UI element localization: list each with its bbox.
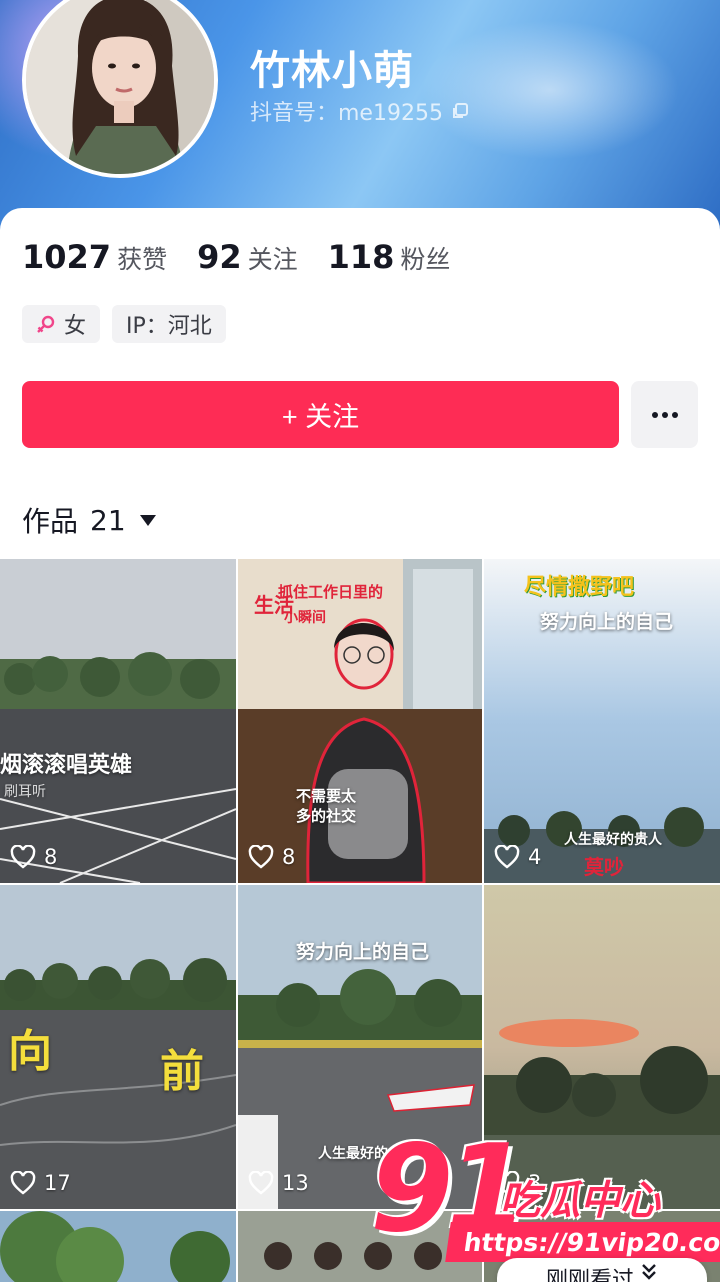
- like-number: 17: [44, 1171, 71, 1195]
- like-count: 8: [10, 845, 57, 869]
- video-thumbnail-1[interactable]: 烟滚滚唱英雄 刷耳听 8: [0, 559, 236, 883]
- thumbnail-title-3: 小瞬间: [284, 610, 326, 626]
- follow-label: + 关注: [281, 402, 360, 432]
- gender-label: 女: [64, 314, 87, 339]
- like-number: 8: [44, 845, 58, 869]
- stat-following-count: 92: [197, 238, 242, 276]
- stat-following-label: 关注: [247, 245, 298, 274]
- profile-screen: 竹林小萌 抖音号：me19255 1027 获赞 92 关注 118 粉丝 女: [0, 0, 720, 1282]
- video-thumbnail-7[interactable]: [0, 1211, 236, 1282]
- profile-name: 竹林小萌: [250, 48, 414, 94]
- stat-likes-label: 获赞: [117, 245, 168, 274]
- double-chevron-down-icon: [642, 1264, 656, 1280]
- stat-likes[interactable]: 1027 获赞: [22, 238, 167, 276]
- thumbnail-title: 努力向上的自己: [296, 941, 430, 963]
- thumbnail-title-2: 努力向上的自己: [540, 611, 674, 633]
- thumbnail-caption-2: 莫吵: [584, 855, 624, 879]
- thumbnail-title: 向: [8, 1026, 52, 1077]
- like-count: 17: [10, 1171, 71, 1195]
- heart-icon: [494, 845, 520, 869]
- douyin-id[interactable]: 抖音号：me19255: [250, 95, 469, 127]
- female-icon: [37, 315, 55, 333]
- heart-icon: [248, 1171, 274, 1195]
- recently-viewed-label: 刚刚看过: [545, 1268, 634, 1282]
- gender-tag: 女: [22, 305, 101, 343]
- ip-label: IP：河北: [126, 314, 212, 339]
- like-count: 13: [248, 1171, 309, 1195]
- heart-icon: [10, 845, 36, 869]
- thumbnail-title: 烟滚滚唱英雄: [0, 752, 133, 778]
- stat-following[interactable]: 92 关注: [197, 238, 298, 276]
- thumbnail-caption: 不需要太多的社交: [296, 787, 357, 825]
- like-number: 8: [282, 845, 296, 869]
- follow-button[interactable]: + 关注: [22, 381, 619, 448]
- ip-tag: IP：河北: [112, 305, 226, 343]
- stat-followers-count: 118: [327, 238, 395, 276]
- video-thumbnail-2[interactable]: 抓住工作日里的 生活 小瞬间 不需要太多的社交 8: [238, 559, 482, 883]
- thumbnail-title: 尽情撒野吧: [524, 574, 635, 600]
- works-label: 作品: [22, 505, 79, 538]
- video-thumbnail-3[interactable]: 尽情撒野吧 努力向上的自己 人生最好的贵人 莫吵 4: [484, 559, 720, 883]
- heart-icon: [10, 1171, 36, 1195]
- like-number: 4: [528, 845, 542, 869]
- copy-icon[interactable]: [451, 102, 469, 120]
- stat-followers[interactable]: 118 粉丝: [328, 238, 451, 276]
- like-number: 13: [282, 1171, 309, 1195]
- douyin-id-text: 抖音号：me19255: [250, 101, 443, 126]
- heart-icon: [248, 845, 274, 869]
- thumbnail-image: [0, 1211, 236, 1282]
- thumbnail-image: [0, 559, 236, 883]
- profile-tags: 女 IP：河北: [22, 305, 226, 343]
- works-count: 21: [90, 503, 126, 537]
- works-tab[interactable]: 作品 21: [22, 500, 156, 540]
- stats-row: 1027 获赞 92 关注 118 粉丝: [22, 238, 450, 276]
- more-button[interactable]: [631, 381, 698, 448]
- stat-likes-count: 1027: [22, 238, 112, 276]
- thumbnail-caption: 人生最好的贵人: [564, 832, 662, 848]
- like-count: 4: [494, 845, 541, 869]
- thumbnail-title-2: 前: [160, 1046, 204, 1097]
- stat-followers-label: 粉丝: [400, 245, 451, 274]
- like-count: 8: [248, 845, 295, 869]
- caret-down-icon: [139, 514, 156, 526]
- watermark-url: https://91vip20.com: [445, 1222, 720, 1262]
- watermark-logo-text: 吃瓜中心: [500, 1178, 660, 1224]
- more-icon: [651, 411, 678, 418]
- thumbnail-subtitle: 刷耳听: [4, 784, 46, 800]
- video-thumbnail-4[interactable]: 向 前 17: [0, 885, 236, 1209]
- recently-viewed-button[interactable]: 刚刚看过: [497, 1258, 707, 1282]
